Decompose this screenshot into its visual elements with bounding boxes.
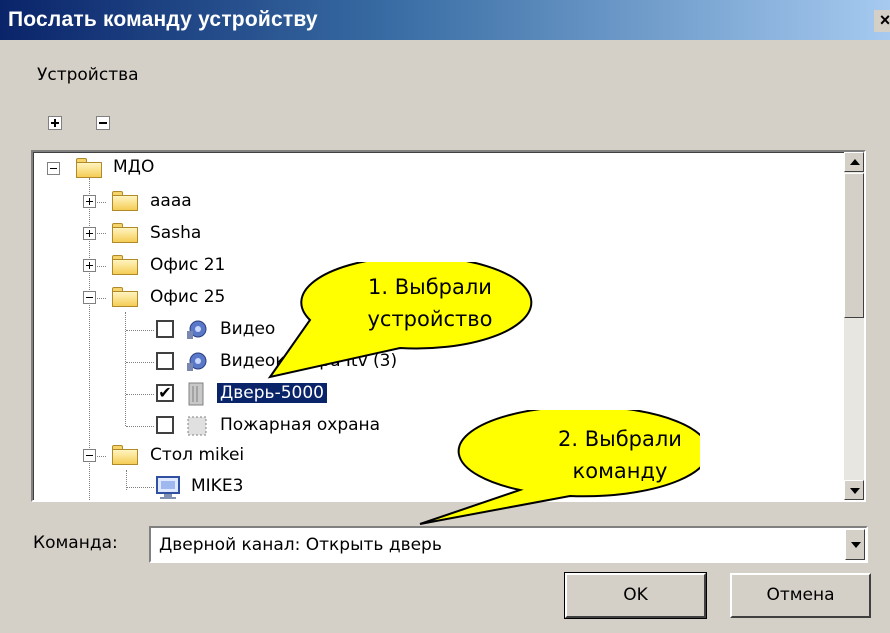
callout-1-line2: устройство — [367, 307, 493, 331]
window-title: Послать команду устройству — [8, 8, 318, 31]
computer-icon — [156, 476, 180, 499]
expand-toggle[interactable] — [83, 195, 96, 208]
expand-toggle[interactable] — [83, 259, 96, 272]
tree-line — [126, 487, 154, 488]
callout-1-line1: 1. Выбрали — [368, 275, 492, 299]
checkbox-video1[interactable] — [156, 320, 174, 338]
checkbox-door[interactable]: ✔ — [156, 384, 174, 402]
tree-scrollbar[interactable] — [844, 152, 864, 500]
expand-all-button[interactable] — [48, 116, 62, 130]
tree-node-office21[interactable]: Офис 21 — [150, 255, 225, 275]
folder-icon — [112, 287, 138, 307]
scroll-thumb[interactable] — [844, 173, 864, 318]
collapse-toggle[interactable] — [47, 162, 60, 175]
tree-node-mike3[interactable]: MIKE3 — [191, 476, 243, 496]
expand-toggle[interactable] — [83, 227, 96, 240]
tree-node-table[interactable]: Стол mikei — [150, 445, 244, 465]
command-label: Команда: — [33, 533, 118, 553]
callout-2: 2. Выбрали команду — [520, 424, 720, 488]
tree-line — [126, 426, 154, 427]
camera-icon — [187, 320, 207, 339]
command-dropdown-button[interactable] — [845, 529, 865, 560]
collapse-toggle[interactable] — [83, 449, 96, 462]
folder-icon — [112, 445, 138, 465]
collapse-toggle[interactable] — [83, 291, 96, 304]
tree-line — [126, 394, 154, 395]
ok-button[interactable]: OK — [564, 572, 707, 619]
tree-line — [126, 330, 154, 331]
command-select[interactable]: Дверной канал: Открыть дверь — [149, 526, 868, 563]
folder-icon — [76, 158, 102, 178]
callout-1: 1. Выбрали устройство — [300, 272, 560, 336]
tree-node-aaaa[interactable]: aaaa — [150, 191, 192, 211]
door-icon — [188, 382, 204, 406]
fire-alarm-icon — [187, 416, 207, 436]
checkbox-video2[interactable] — [156, 352, 174, 370]
folder-icon — [112, 191, 138, 211]
tree-node-root[interactable]: МДО — [113, 157, 154, 177]
arrow-up-icon — [850, 159, 860, 165]
callout-2-line2: команду — [572, 459, 668, 483]
folder-icon — [112, 255, 138, 275]
tree-node-sasha[interactable]: Sasha — [150, 223, 201, 243]
cancel-button[interactable]: Отмена — [730, 573, 871, 618]
camera-icon — [187, 352, 207, 371]
title-bar: Послать команду устройству × — [0, 0, 890, 40]
command-select-value: Дверной канал: Открыть дверь — [159, 535, 442, 555]
tree-line — [126, 362, 154, 363]
collapse-all-button[interactable] — [96, 116, 110, 130]
tree-node-fire[interactable]: Пожарная охрана — [220, 415, 380, 435]
arrow-down-icon — [850, 488, 860, 494]
chevron-down-icon — [851, 542, 861, 548]
scroll-down-button[interactable] — [844, 480, 864, 500]
checkbox-fire[interactable] — [156, 416, 174, 434]
close-button[interactable]: × — [874, 10, 890, 32]
tree-node-office25[interactable]: Офис 25 — [150, 287, 225, 307]
devices-label: Устройства — [37, 65, 139, 85]
callout-2-line1: 2. Выбрали — [558, 427, 682, 451]
scroll-up-button[interactable] — [844, 152, 864, 172]
folder-icon — [112, 223, 138, 243]
